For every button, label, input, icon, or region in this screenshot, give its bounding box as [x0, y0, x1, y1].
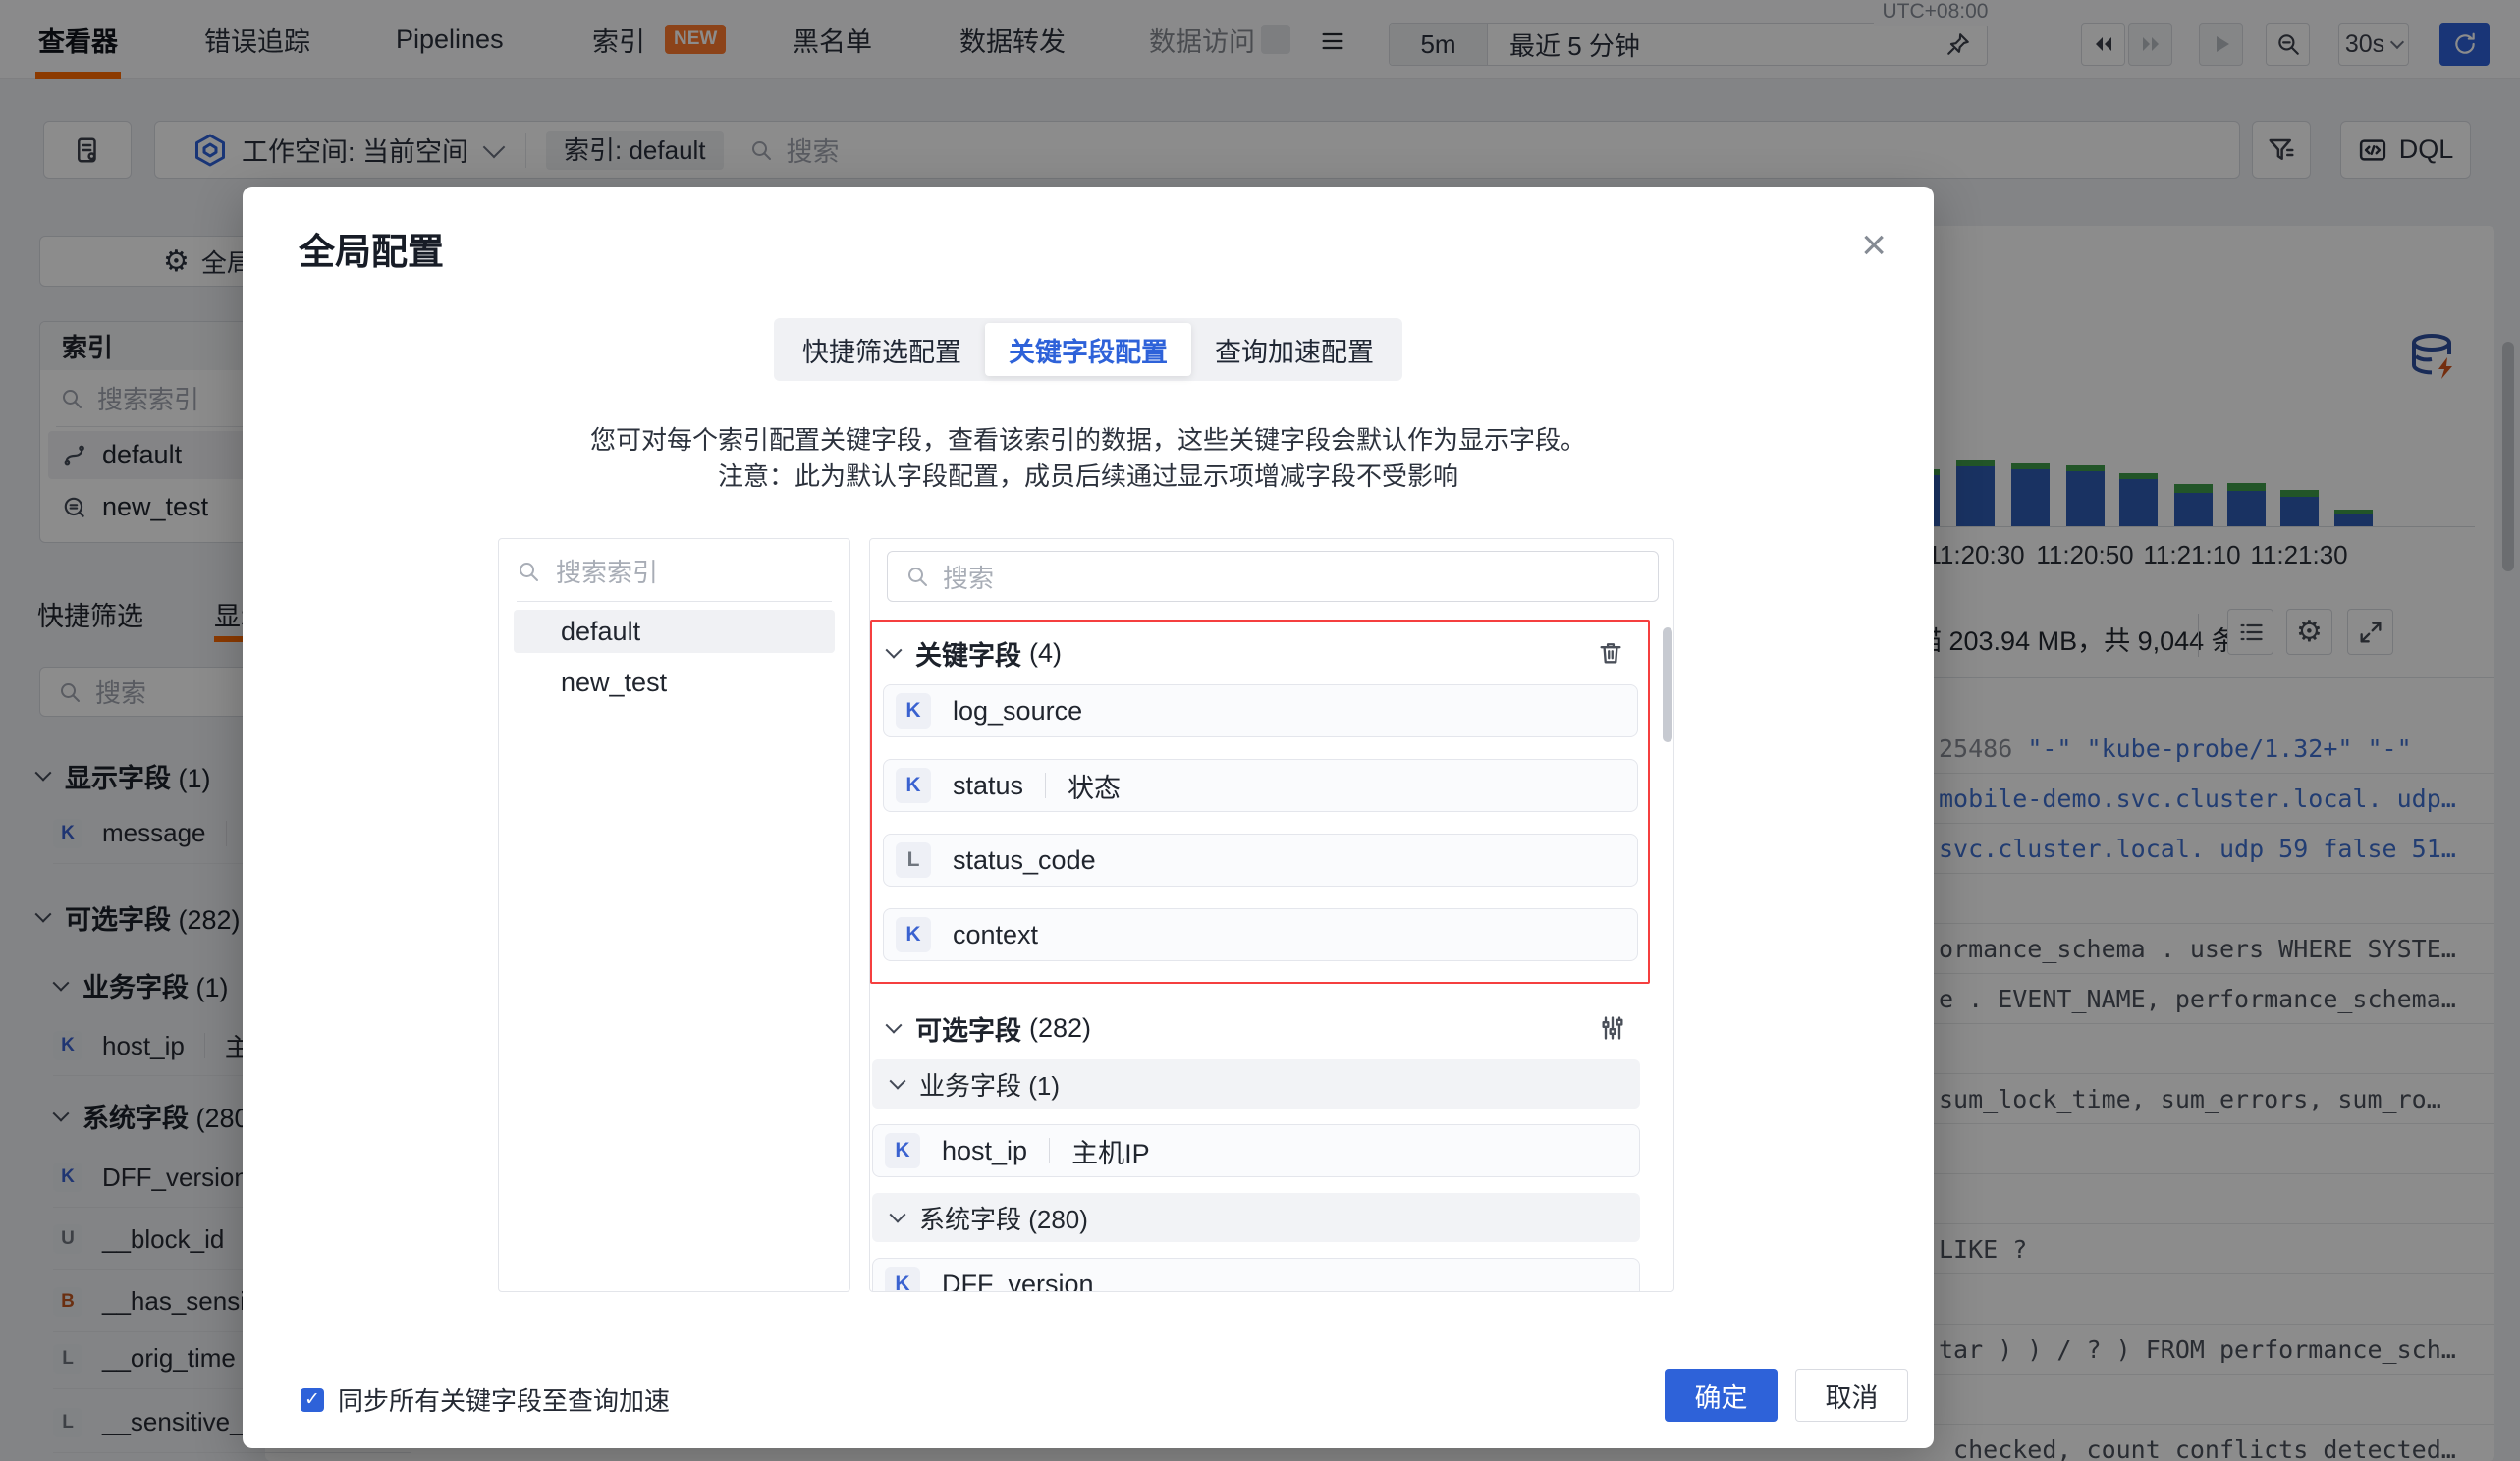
- modal-field-host_ip[interactable]: K host_ip 主机IP: [872, 1124, 1640, 1177]
- modal-description-line1: 您可对每个索引配置关键字段，查看该索引的数据，这些关键字段会默认作为显示字段。: [243, 420, 1934, 457]
- field-name: context: [953, 920, 1038, 950]
- checkbox-checked[interactable]: ✓: [301, 1388, 324, 1412]
- optional-fields-section: 可选字段 (282) 业务字段 (1) K host_ip 主机IP 系统字段 (…: [870, 997, 1650, 1292]
- close-icon[interactable]: ×: [1861, 224, 1887, 267]
- cancel-button[interactable]: 取消: [1795, 1369, 1908, 1422]
- scrollbar[interactable]: [1663, 627, 1672, 742]
- modal-description-line2: 注意：此为默认字段配置，成员后续通过显示项增减字段不受影响: [243, 457, 1934, 493]
- modal-field-context[interactable]: K context: [883, 908, 1638, 961]
- chevron-down-icon[interactable]: [886, 1017, 903, 1034]
- modal-index-default[interactable]: default: [514, 610, 835, 653]
- modal-field-config-panel: 搜索 关键字段 (4) K log_sourceK status 状态L sta…: [869, 538, 1674, 1292]
- modal-tab-3[interactable]: 查询加速配置: [1191, 323, 1397, 376]
- optional-fields-count: (282): [1029, 1013, 1091, 1044]
- group-label: 系统字段 (280): [919, 1200, 1088, 1236]
- modal-tab-1[interactable]: 快捷筛选配置: [779, 323, 985, 376]
- global-config-modal: 全局配置 × 快捷筛选配置关键字段配置查询加速配置 您可对每个索引配置关键字段，…: [243, 187, 1934, 1448]
- field-type-badge: K: [896, 768, 931, 803]
- trash-icon[interactable]: [1597, 639, 1624, 667]
- ok-button[interactable]: 确定: [1665, 1369, 1778, 1422]
- field-type-badge: K: [896, 917, 931, 952]
- optional-group-业务字段[interactable]: 业务字段 (1): [872, 1059, 1640, 1109]
- divider: [1045, 773, 1046, 798]
- group-label: 业务字段 (1): [919, 1066, 1060, 1103]
- key-fields-label: 关键字段: [915, 634, 1021, 673]
- field-name: status_code: [953, 845, 1096, 876]
- key-fields-section: 关键字段 (4) K log_sourceK status 状态L status…: [870, 620, 1650, 984]
- field-name: status: [953, 771, 1023, 801]
- modal-field-search-input[interactable]: 搜索: [887, 551, 1659, 602]
- modal-field-DFF_version[interactable]: K DFF_version: [872, 1258, 1640, 1292]
- modal-title: 全局配置: [299, 222, 444, 275]
- optional-fields-label: 可选字段: [915, 1009, 1021, 1048]
- field-name: host_ip: [942, 1136, 1027, 1166]
- field-type-badge: K: [885, 1133, 920, 1168]
- field-type-badge: L: [896, 842, 931, 878]
- key-fields-count: (4): [1029, 638, 1062, 669]
- modal-index-search-placeholder: 搜索索引: [556, 553, 658, 589]
- sync-keyfields-checkbox[interactable]: ✓ 同步所有关键字段至查询加速: [301, 1381, 670, 1418]
- field-name: log_source: [953, 696, 1082, 727]
- field-type-badge: K: [885, 1267, 920, 1292]
- field-type-badge: K: [896, 693, 931, 729]
- field-alias: 状态: [1068, 767, 1121, 805]
- modal-index-new_test[interactable]: new_test: [514, 661, 835, 704]
- modal-index-list: 搜索索引 default new_test: [498, 538, 850, 1292]
- modal-field-status[interactable]: K status 状态: [883, 759, 1638, 812]
- modal-field-status_code[interactable]: L status_code: [883, 834, 1638, 887]
- modal-field-search-placeholder: 搜索: [943, 559, 994, 595]
- search-icon: [905, 565, 929, 588]
- checkbox-label: 同步所有关键字段至查询加速: [338, 1381, 670, 1418]
- divider: [1049, 1138, 1050, 1163]
- modal-tab-2[interactable]: 关键字段配置: [985, 323, 1191, 376]
- sliders-filter-icon[interactable]: [1599, 1014, 1626, 1042]
- field-name: DFF_version: [942, 1270, 1094, 1293]
- search-icon: [517, 560, 540, 583]
- modal-index-search-input[interactable]: 搜索索引: [517, 541, 832, 602]
- chevron-down-icon: [890, 1207, 906, 1223]
- field-alias: 主机IP: [1071, 1132, 1150, 1170]
- chevron-down-icon: [890, 1073, 906, 1090]
- optional-group-系统字段[interactable]: 系统字段 (280): [872, 1193, 1640, 1242]
- chevron-down-icon[interactable]: [886, 642, 903, 659]
- modal-field-log_source[interactable]: K log_source: [883, 684, 1638, 737]
